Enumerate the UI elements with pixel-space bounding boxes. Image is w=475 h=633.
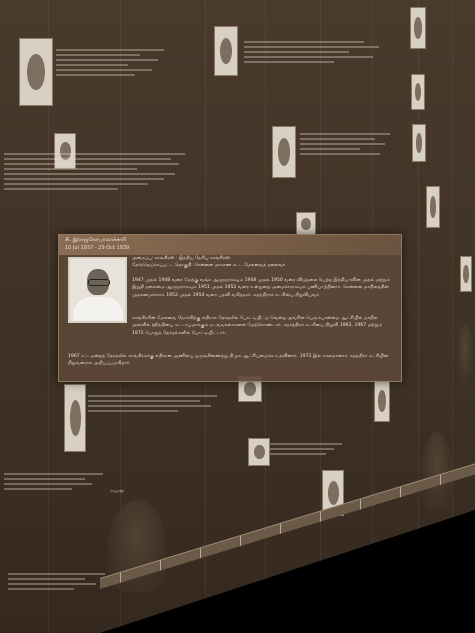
- entry-text: [88, 392, 228, 415]
- card-subtitle-line: அமைப்பு: காங்கிரஸ் · இந்திய தேசிய காங்கி…: [132, 256, 231, 261]
- timeline-tick: [360, 499, 361, 510]
- card-subtitle-line: தேர்ந்தெடுக்கப்பட்ட தொகுதி: சென்னை மாகாண…: [132, 263, 286, 268]
- card-paragraph: காங்கிரசின் மேலவை நோக்கிற்கு எதிராக தேர்…: [132, 316, 382, 336]
- portrait-thumbnail[interactable]: [374, 380, 390, 422]
- timeline-tick: [320, 511, 321, 522]
- card-header: சி. இராஜகோபாலாச்சாரி 10 Jul 1937 - 29 Oc…: [59, 235, 401, 255]
- selected-entry-card[interactable]: சி. இராஜகோபாலாச்சாரி 10 Jul 1937 - 29 Oc…: [58, 234, 402, 382]
- timeline-tick: [440, 474, 441, 486]
- entry-title: ராஜாஜி: [110, 488, 124, 493]
- card-name: சி. இராஜகோபாலாச்சாரி: [65, 237, 127, 243]
- timeline-tick: [240, 535, 241, 547]
- timeline-tick: [400, 486, 401, 498]
- entry-text: [244, 38, 394, 66]
- entry-text: [4, 150, 194, 193]
- card-paragraph: 1967 சட்டமன்றத் தேர்தலில் காங்கிரசுக்கு …: [68, 354, 389, 367]
- timeline-tick: [120, 572, 121, 583]
- card-subtitle: அமைப்பு: காங்கிரஸ் · இந்திய தேசிய காங்கி…: [132, 255, 285, 269]
- portrait-thumbnail[interactable]: [426, 186, 440, 228]
- portrait-photo: [68, 257, 127, 323]
- timeline-tick: [280, 523, 281, 534]
- portrait-thumbnail[interactable]: [272, 126, 296, 178]
- portrait-thumbnail[interactable]: [460, 256, 472, 292]
- portrait-thumbnail[interactable]: [19, 38, 53, 106]
- portrait-thumbnail[interactable]: [64, 384, 86, 452]
- grid-line: [452, 0, 453, 633]
- portrait-thumbnail[interactable]: [412, 124, 426, 162]
- portrait-thumbnail[interactable]: [410, 7, 426, 49]
- portrait-thumbnail[interactable]: [296, 212, 316, 236]
- timeline-tick: [160, 560, 161, 571]
- card-dates: 10 Jul 1937 - 29 Oct 1939: [65, 245, 130, 251]
- entry-text: [300, 130, 400, 158]
- emblem-icon: [456, 325, 474, 385]
- portrait-thumbnail[interactable]: [248, 438, 270, 466]
- portrait-thumbnail[interactable]: [411, 74, 425, 110]
- card-paragraph: 1947 முதல் 1948 வரை மேற்கு வங்க ஆளுநராகவ…: [132, 278, 390, 298]
- entry-text: [4, 470, 114, 493]
- entry-text: [270, 440, 350, 458]
- portrait-thumbnail[interactable]: [214, 26, 238, 76]
- entry-text: [56, 46, 176, 79]
- timeline-tick: [200, 548, 201, 559]
